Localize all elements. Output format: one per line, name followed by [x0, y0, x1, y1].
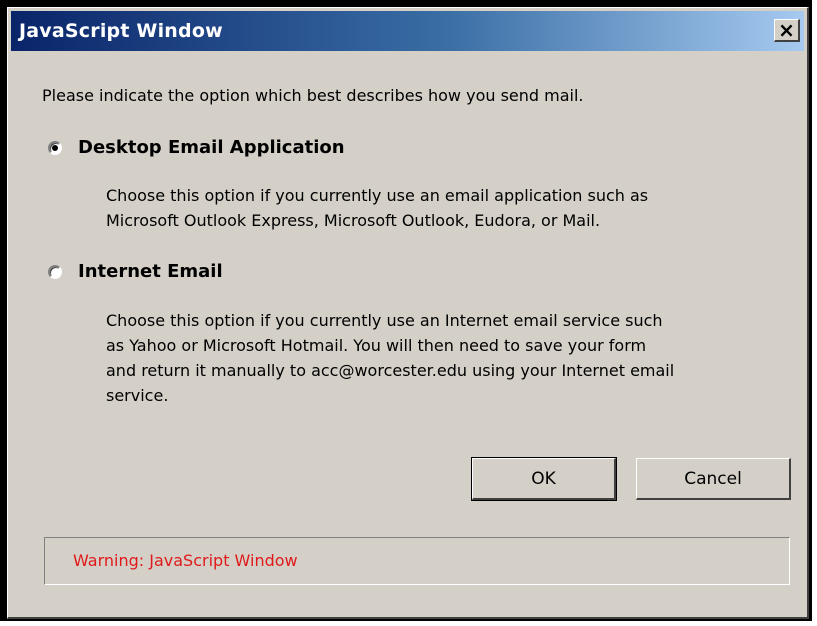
description-line: service. — [106, 386, 169, 405]
description-line: as Yahoo or Microsoft Hotmail. You will … — [106, 336, 647, 355]
dialog-window: JavaScript Window × Please indicate the … — [7, 7, 809, 619]
description-line: and return it manually to acc@worcester.… — [106, 361, 675, 380]
description-line: Choose this option if you currently use … — [106, 311, 663, 330]
status-warning-text: Warning: JavaScript Window — [73, 551, 298, 570]
option-desktop-email-label[interactable]: Desktop Email Application — [78, 137, 345, 158]
window-title: JavaScript Window — [19, 20, 223, 42]
prompt-text: Please indicate the option which best de… — [42, 86, 584, 105]
option-desktop-email[interactable]: Desktop Email Application — [48, 137, 345, 158]
option-internet-email[interactable]: Internet Email — [48, 261, 223, 282]
title-bar[interactable]: JavaScript Window × — [11, 11, 804, 51]
radio-selected-dot — [52, 144, 58, 151]
close-icon: × — [778, 18, 795, 42]
radio-internet-email[interactable] — [48, 264, 62, 279]
ok-button[interactable]: OK — [471, 457, 617, 501]
radio-desktop-email[interactable] — [48, 140, 62, 155]
option-internet-email-label[interactable]: Internet Email — [78, 261, 223, 282]
option-internet-email-description: Choose this option if you currently use … — [106, 308, 806, 408]
status-bar: Warning: JavaScript Window — [44, 537, 790, 585]
cancel-button[interactable]: Cancel — [636, 458, 791, 500]
option-desktop-email-description: Choose this option if you currently use … — [106, 183, 806, 233]
close-button[interactable]: × — [774, 19, 800, 42]
description-line: Microsoft Outlook Express, Microsoft Out… — [106, 211, 601, 230]
description-line: Choose this option if you currently use … — [106, 186, 649, 205]
